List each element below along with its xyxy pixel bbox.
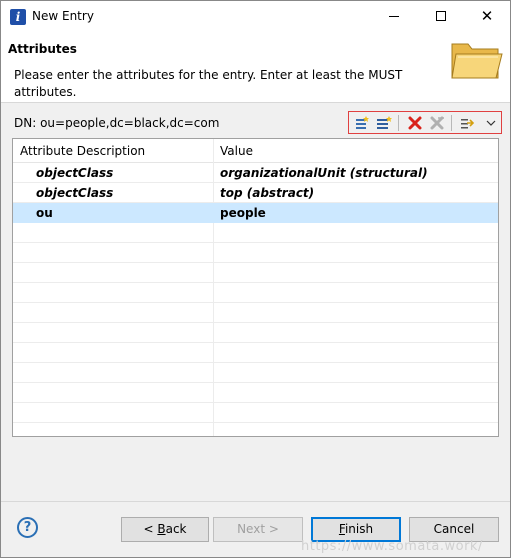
attribute-cell: ou	[36, 206, 53, 220]
title-bar: i New Entry ✕	[1, 1, 510, 32]
expand-button[interactable]	[459, 114, 477, 132]
back-prefix: <	[143, 522, 158, 536]
column-header-attribute[interactable]: Attribute Description	[20, 144, 145, 158]
table-header: Attribute Description Value	[13, 139, 498, 163]
app-icon: i	[10, 9, 26, 25]
empty-row	[13, 343, 498, 363]
attribute-cell: objectClass	[36, 186, 114, 200]
value-cell: organizationalUnit (structural)	[220, 166, 428, 180]
table-row[interactable]: objectClass top (abstract)	[13, 183, 498, 203]
new-value-icon	[356, 116, 369, 129]
back-button[interactable]: < Back	[121, 517, 209, 542]
help-button[interactable]: ?	[17, 517, 38, 538]
toolbar-separator	[451, 115, 452, 131]
page-description: Please enter the attributes for the entr…	[14, 68, 403, 99]
table-right-edge	[498, 139, 499, 436]
minimize-icon	[389, 15, 399, 17]
empty-row	[13, 243, 498, 263]
empty-row	[13, 423, 498, 436]
new-attribute-icon	[377, 116, 392, 129]
empty-row	[13, 403, 498, 423]
close-button[interactable]: ✕	[464, 1, 510, 32]
table-row-selected[interactable]: ou people	[13, 203, 498, 223]
attribute-cell: objectClass	[36, 166, 114, 180]
delete-all-icon	[430, 116, 444, 130]
attributes-table[interactable]: Attribute Description Value objectClass …	[12, 138, 499, 437]
empty-row	[13, 283, 498, 303]
dn-label: DN: ou=people,dc=black,dc=com	[14, 116, 220, 130]
empty-row	[13, 363, 498, 383]
value-cell: people	[220, 206, 266, 220]
attribute-toolbar	[348, 111, 502, 134]
back-mnemonic: B	[157, 522, 166, 536]
page-title: Attributes	[8, 42, 77, 56]
delete-all-button[interactable]	[428, 114, 446, 132]
column-header-value[interactable]: Value	[220, 144, 253, 158]
wizard-header: Attributes Please enter the attributes f…	[1, 32, 510, 103]
value-cell: top (abstract)	[220, 186, 315, 200]
new-entry-dialog: i New Entry ✕ Attributes Please enter th…	[0, 0, 511, 558]
finish-label: inish	[344, 522, 374, 536]
empty-row	[13, 383, 498, 403]
menu-dropdown-icon	[486, 120, 496, 126]
empty-row	[13, 263, 498, 283]
delete-button[interactable]	[406, 114, 424, 132]
toolbar-separator	[398, 115, 399, 131]
empty-row	[13, 303, 498, 323]
empty-row	[13, 323, 498, 343]
view-menu-button[interactable]	[482, 114, 500, 132]
maximize-icon	[436, 11, 446, 21]
minimize-button[interactable]	[371, 1, 417, 32]
footer-separator	[1, 501, 510, 502]
table-row[interactable]: objectClass organizationalUnit (structur…	[13, 163, 498, 183]
delete-icon	[408, 116, 422, 130]
window-title: New Entry	[32, 9, 94, 23]
back-label: ack	[165, 522, 187, 536]
folder-icon	[451, 43, 503, 79]
new-attribute-button[interactable]	[375, 114, 393, 132]
next-button[interactable]: Next >	[213, 517, 303, 542]
maximize-button[interactable]	[418, 1, 464, 32]
empty-row	[13, 223, 498, 243]
expand-icon	[461, 119, 475, 129]
new-value-button[interactable]	[353, 114, 371, 132]
watermark-text: https://www.somata.work/	[301, 539, 483, 554]
